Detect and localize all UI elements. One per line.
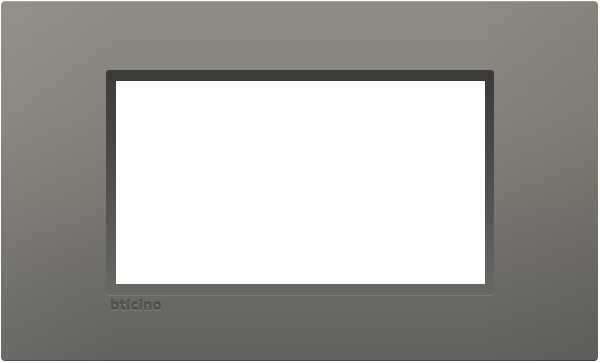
plate-opening xyxy=(116,81,485,284)
product-image: bticino xyxy=(0,0,600,363)
cover-plate: bticino xyxy=(1,1,598,361)
brand-logo: bticino xyxy=(110,299,162,314)
